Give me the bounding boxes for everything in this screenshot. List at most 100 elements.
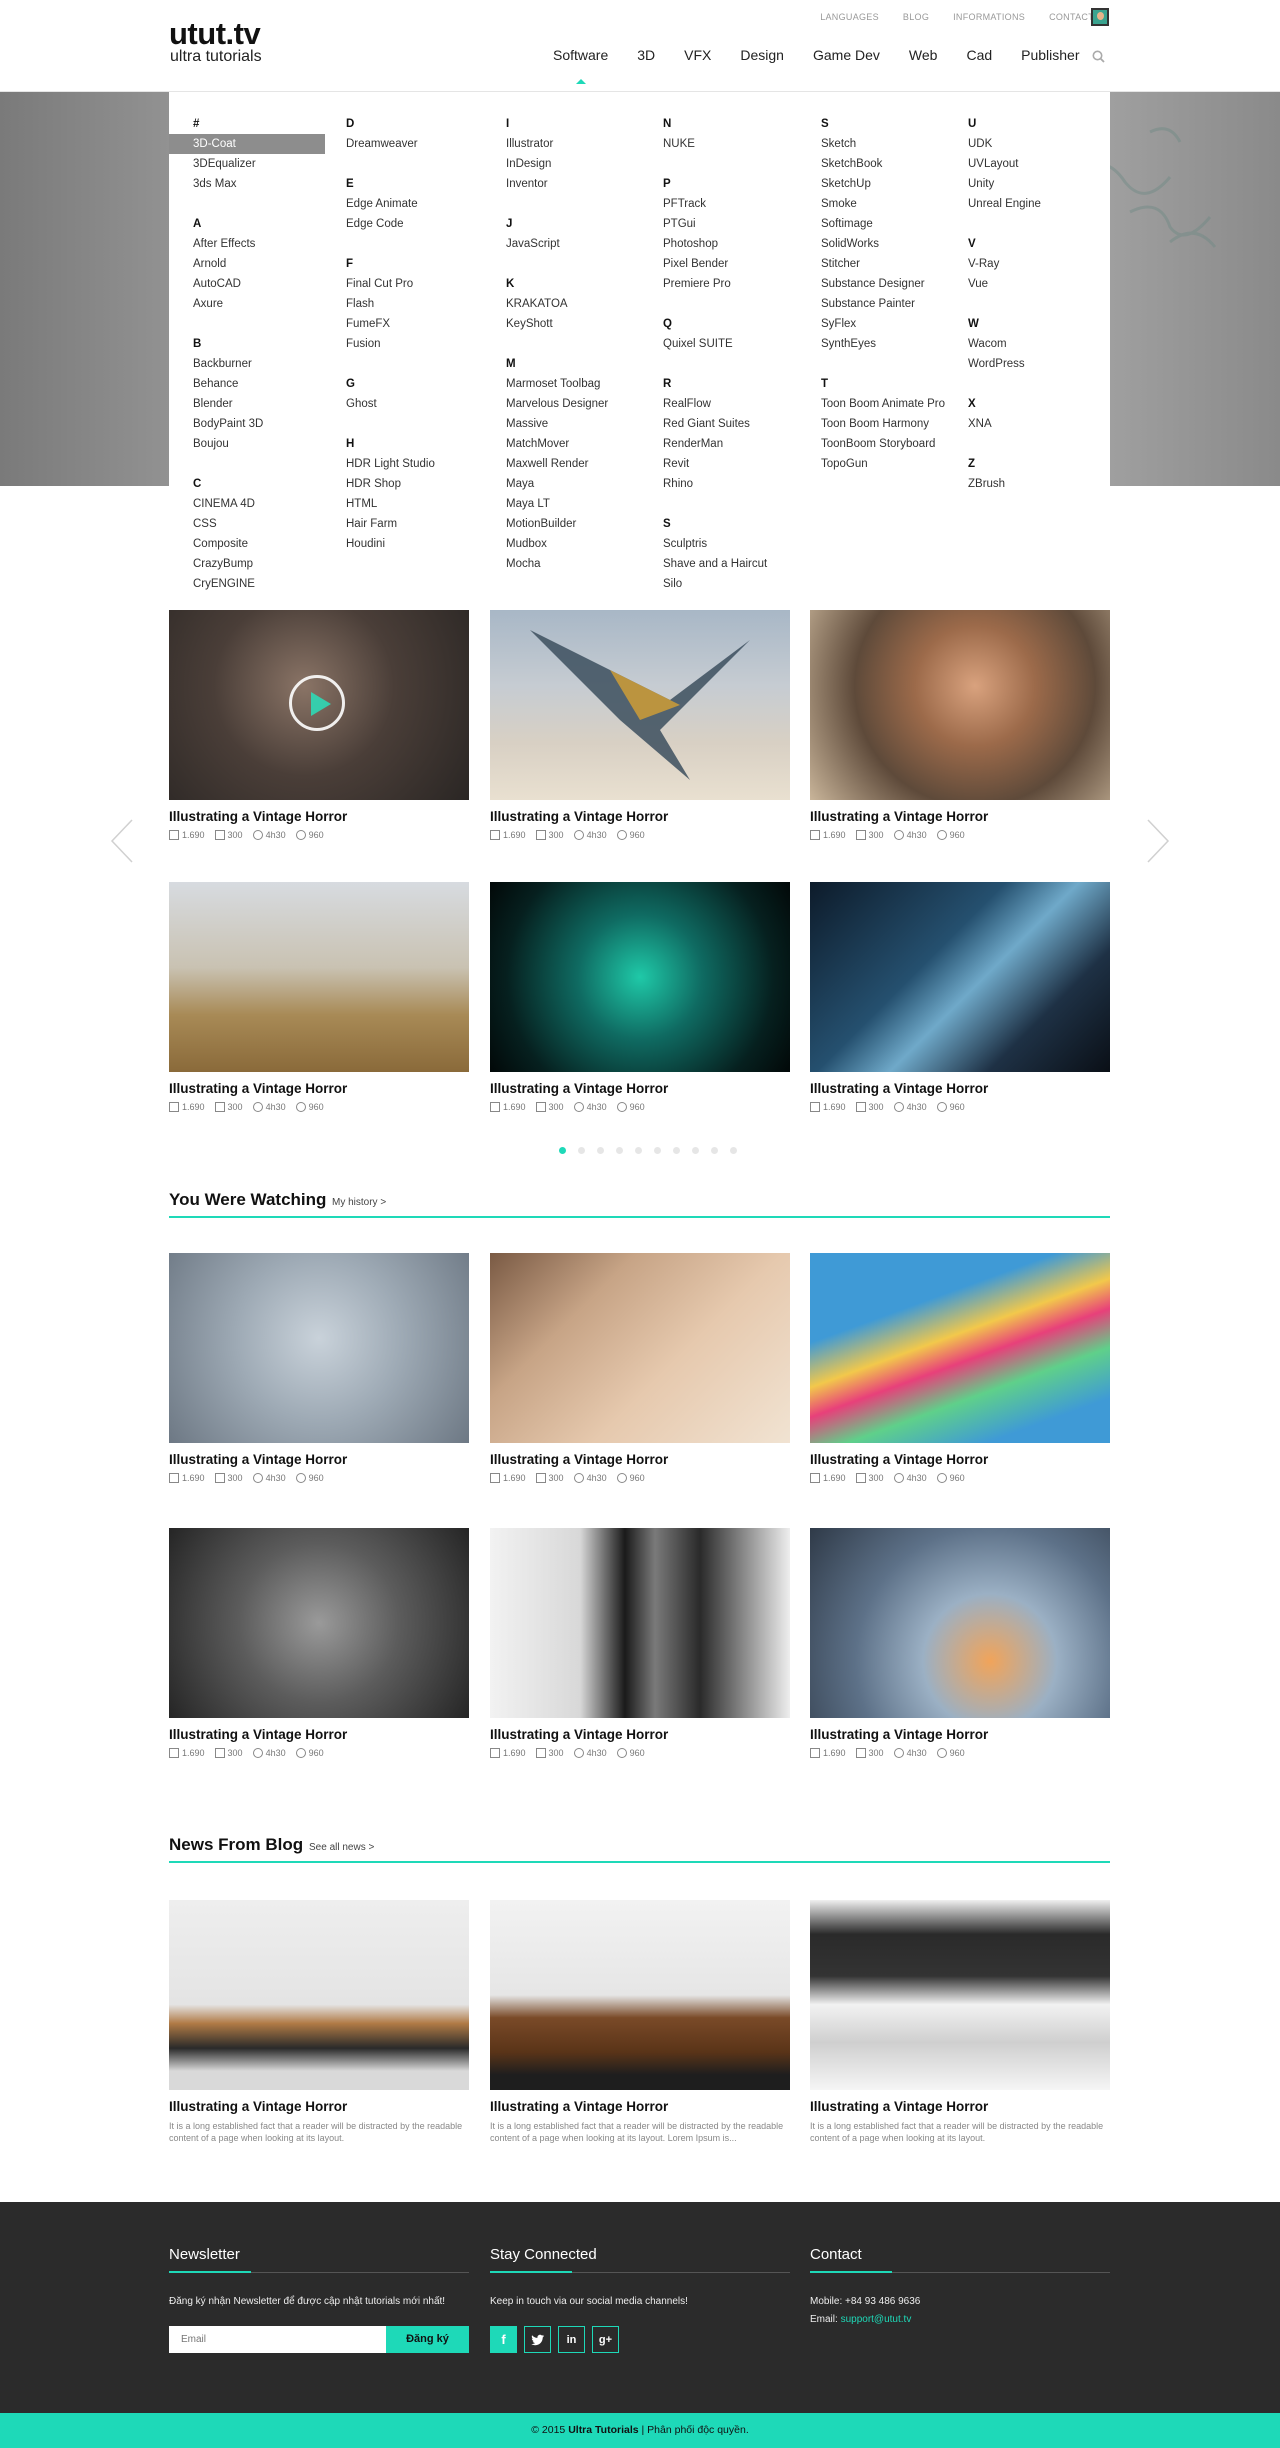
menu-item[interactable]: CrazyBump — [193, 554, 325, 574]
menu-item[interactable]: UDK — [968, 134, 1041, 154]
newsletter-email-input[interactable] — [169, 2326, 386, 2353]
menu-item[interactable]: ZBrush — [968, 474, 1041, 494]
nav-software[interactable]: Software — [553, 47, 608, 63]
menu-item[interactable]: CSS — [193, 514, 325, 534]
nav-publisher[interactable]: Publisher — [1021, 47, 1079, 63]
menu-item[interactable]: Marvelous Designer — [506, 394, 608, 414]
menu-item[interactable]: Stitcher — [821, 254, 945, 274]
see-all-news-link[interactable]: See all news > — [309, 1842, 374, 1853]
tutorial-thumbnail[interactable] — [810, 1253, 1110, 1443]
top-link-informations[interactable]: INFORMATIONS — [953, 12, 1025, 22]
menu-item[interactable]: After Effects — [193, 234, 325, 254]
tutorial-title[interactable]: Illustrating a Vintage Horror — [169, 809, 469, 824]
tutorial-title[interactable]: Illustrating a Vintage Horror — [810, 1452, 1110, 1467]
blog-thumbnail[interactable] — [169, 1900, 469, 2090]
tutorial-thumbnail[interactable] — [810, 882, 1110, 1072]
menu-item[interactable]: MotionBuilder — [506, 514, 608, 534]
linkedin-icon[interactable]: in — [558, 2326, 585, 2353]
tutorial-card[interactable]: Illustrating a Vintage Horror 1.690 300 … — [810, 1528, 1110, 1758]
menu-item[interactable]: Arnold — [193, 254, 325, 274]
menu-item[interactable]: Sculptris — [663, 534, 767, 554]
menu-item[interactable]: Unreal Engine — [968, 194, 1041, 214]
menu-item[interactable]: Ghost — [346, 394, 435, 414]
menu-item[interactable]: HDR Shop — [346, 474, 435, 494]
menu-item[interactable]: Silo — [663, 574, 767, 594]
menu-item[interactable]: 3ds Max — [193, 174, 325, 194]
menu-item[interactable]: RealFlow — [663, 394, 767, 414]
menu-item[interactable]: RenderMan — [663, 434, 767, 454]
carousel-dot[interactable] — [711, 1147, 718, 1154]
menu-item[interactable]: Smoke — [821, 194, 945, 214]
nav-game-dev[interactable]: Game Dev — [813, 47, 880, 63]
menu-item[interactable]: HTML — [346, 494, 435, 514]
tutorial-card[interactable]: Illustrating a Vintage Horror 1.690 300 … — [490, 610, 790, 840]
history-link[interactable]: My history > — [332, 1197, 386, 1208]
blog-title[interactable]: Illustrating a Vintage Horror — [810, 2099, 1110, 2114]
tutorial-thumbnail[interactable] — [490, 1528, 790, 1718]
nav-cad[interactable]: Cad — [966, 47, 992, 63]
menu-item[interactable]: Final Cut Pro — [346, 274, 435, 294]
tutorial-title[interactable]: Illustrating a Vintage Horror — [169, 1452, 469, 1467]
menu-item[interactable]: MatchMover — [506, 434, 608, 454]
tutorial-card[interactable]: Illustrating a Vintage Horror 1.690 300 … — [810, 610, 1110, 840]
menu-item[interactable]: Premiere Pro — [663, 274, 767, 294]
menu-item[interactable]: Substance Designer — [821, 274, 945, 294]
menu-item[interactable]: Pixel Bender — [663, 254, 767, 274]
menu-item[interactable]: Edge Animate — [346, 194, 435, 214]
menu-item[interactable]: Revit — [663, 454, 767, 474]
menu-item-3d-coat[interactable]: 3D-Coat — [169, 134, 325, 154]
google-plus-icon[interactable]: g+ — [592, 2326, 619, 2353]
menu-item[interactable]: InDesign — [506, 154, 608, 174]
menu-item[interactable]: SynthEyes — [821, 334, 945, 354]
blog-thumbnail[interactable] — [810, 1900, 1110, 2090]
menu-item[interactable]: FumeFX — [346, 314, 435, 334]
menu-item[interactable]: AutoCAD — [193, 274, 325, 294]
menu-item[interactable]: Maya LT — [506, 494, 608, 514]
blog-thumbnail[interactable] — [490, 1900, 790, 2090]
tutorial-card[interactable]: Illustrating a Vintage Horror 1.690 300 … — [169, 882, 469, 1112]
menu-item[interactable]: Toon Boom Animate Pro — [821, 394, 945, 414]
tutorial-card[interactable]: Illustrating a Vintage Horror 1.690 300 … — [490, 1528, 790, 1758]
tutorial-thumbnail[interactable] — [169, 882, 469, 1072]
menu-item[interactable]: Quixel SUITE — [663, 334, 767, 354]
carousel-dot[interactable] — [692, 1147, 699, 1154]
menu-item[interactable]: Houdini — [346, 534, 435, 554]
carousel-dot[interactable] — [654, 1147, 661, 1154]
menu-item[interactable]: UVLayout — [968, 154, 1041, 174]
carousel-prev-arrow[interactable] — [110, 818, 134, 864]
tutorial-thumbnail[interactable] — [169, 610, 469, 800]
carousel-dot[interactable] — [730, 1147, 737, 1154]
menu-item[interactable]: PFTrack — [663, 194, 767, 214]
menu-item[interactable]: Red Giant Suites — [663, 414, 767, 434]
carousel-dot[interactable] — [597, 1147, 604, 1154]
tutorial-thumbnail[interactable] — [490, 610, 790, 800]
menu-item[interactable]: JavaScript — [506, 234, 608, 254]
menu-item[interactable]: Composite — [193, 534, 325, 554]
carousel-next-arrow[interactable] — [1146, 818, 1170, 864]
menu-item[interactable]: Wacom — [968, 334, 1041, 354]
menu-item[interactable]: Flash — [346, 294, 435, 314]
menu-item[interactable]: Behance — [193, 374, 325, 394]
tutorial-title[interactable]: Illustrating a Vintage Horror — [490, 809, 790, 824]
menu-item[interactable]: XNA — [968, 414, 1041, 434]
top-link-blog[interactable]: BLOG — [903, 12, 929, 22]
tutorial-card[interactable]: Illustrating a Vintage Horror 1.690 300 … — [169, 1253, 469, 1483]
carousel-dot[interactable] — [635, 1147, 642, 1154]
menu-item[interactable]: Hair Farm — [346, 514, 435, 534]
menu-item[interactable]: Inventor — [506, 174, 608, 194]
tutorial-title[interactable]: Illustrating a Vintage Horror — [490, 1452, 790, 1467]
menu-item[interactable]: TopoGun — [821, 454, 945, 474]
blog-card[interactable]: Illustrating a Vintage Horror It is a lo… — [490, 1900, 790, 2144]
menu-item[interactable]: Shave and a Haircut — [663, 554, 767, 574]
carousel-dot[interactable] — [578, 1147, 585, 1154]
menu-item[interactable]: Illustrator — [506, 134, 608, 154]
top-link-languages[interactable]: LANGUAGES — [820, 12, 879, 22]
menu-item[interactable]: SketchUp — [821, 174, 945, 194]
tutorial-card[interactable]: Illustrating a Vintage Horror 1.690 300 … — [490, 1253, 790, 1483]
menu-item[interactable]: Boujou — [193, 434, 325, 454]
nav-design[interactable]: Design — [740, 47, 784, 63]
menu-item[interactable]: Edge Code — [346, 214, 435, 234]
blog-title[interactable]: Illustrating a Vintage Horror — [490, 2099, 790, 2114]
tutorial-title[interactable]: Illustrating a Vintage Horror — [490, 1081, 790, 1096]
carousel-dot[interactable] — [616, 1147, 623, 1154]
